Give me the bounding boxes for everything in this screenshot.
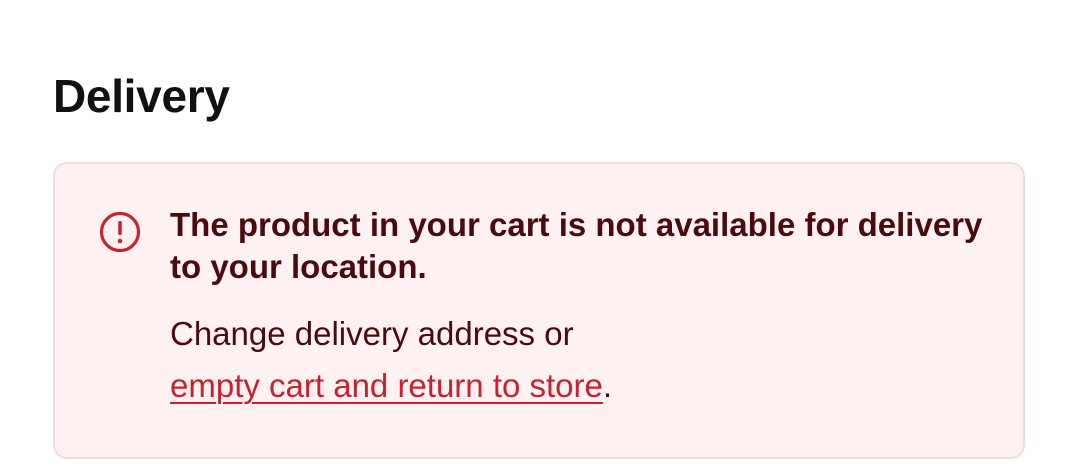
alert-message-prefix: Change delivery address or: [170, 315, 574, 352]
delivery-error-alert: The product in your cart is not availabl…: [53, 162, 1025, 459]
alert-content: The product in your cart is not availabl…: [170, 204, 990, 412]
empty-cart-link[interactable]: empty cart and return to store: [170, 367, 603, 404]
exclamation-circle-icon: [98, 210, 142, 254]
alert-title: The product in your cart is not availabl…: [170, 206, 983, 285]
alert-message-suffix: .: [602, 367, 613, 404]
alert-message: Change delivery address or empty cart and…: [170, 308, 990, 412]
section-title: Delivery: [53, 70, 230, 122]
